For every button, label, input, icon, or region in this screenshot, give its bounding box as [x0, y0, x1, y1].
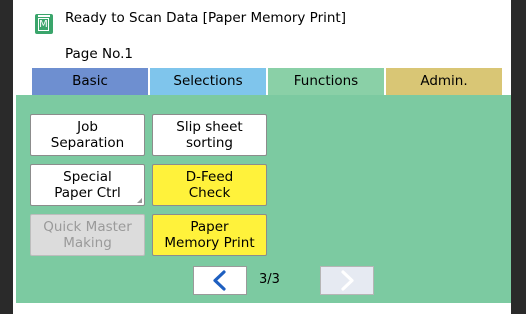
quick-master-line2: Making: [63, 235, 112, 251]
tab-admin[interactable]: Admin.: [386, 68, 502, 95]
chevron-left-icon: [213, 270, 226, 291]
paper-memory-line2: Memory Print: [164, 235, 255, 251]
submenu-corner-icon: [137, 198, 142, 203]
next-page-button[interactable]: [320, 266, 374, 295]
paper-memory-line1: Paper: [190, 219, 229, 235]
status-message: Ready to Scan Data [Paper Memory Print]: [65, 10, 346, 26]
memory-icon: M: [35, 14, 53, 34]
slip-sheet-line2: sorting: [185, 135, 233, 151]
paper-memory-print-button[interactable]: Paper Memory Print: [152, 214, 267, 256]
previous-page-button[interactable]: [193, 266, 247, 295]
screen: M Ready to Scan Data [Paper Memory Print…: [13, 0, 511, 314]
d-feed-line1: D-Feed: [185, 169, 234, 185]
tab-selections[interactable]: Selections: [150, 68, 266, 95]
d-feed-line2: Check: [188, 185, 231, 201]
job-separation-line2: Separation: [50, 135, 125, 151]
slip-sheet-sorting-button[interactable]: Slip sheet sorting: [152, 114, 267, 156]
special-paper-line1: Special: [63, 169, 112, 185]
bottom-strip: [16, 303, 511, 314]
tab-functions[interactable]: Functions: [268, 68, 384, 95]
tab-bar: Basic Selections Functions Admin.: [13, 68, 511, 95]
slip-sheet-line1: Slip sheet: [176, 119, 243, 135]
status-header: M Ready to Scan Data [Paper Memory Print…: [13, 0, 511, 68]
page-indicator: 3/3: [259, 272, 280, 287]
memory-icon-letter: M: [38, 18, 49, 31]
chevron-right-icon: [341, 270, 354, 291]
page-number: Page No.1: [65, 46, 133, 62]
quick-master-line1: Quick Master: [43, 219, 132, 235]
quick-master-making-button[interactable]: Quick Master Making: [30, 214, 145, 256]
job-separation-button[interactable]: Job Separation: [30, 114, 145, 156]
tab-basic[interactable]: Basic: [32, 68, 148, 95]
special-paper-ctrl-button[interactable]: Special Paper Ctrl: [30, 164, 145, 206]
d-feed-check-button[interactable]: D-Feed Check: [152, 164, 267, 206]
job-separation-line1: Job: [77, 119, 98, 135]
special-paper-line2: Paper Ctrl: [54, 185, 121, 201]
